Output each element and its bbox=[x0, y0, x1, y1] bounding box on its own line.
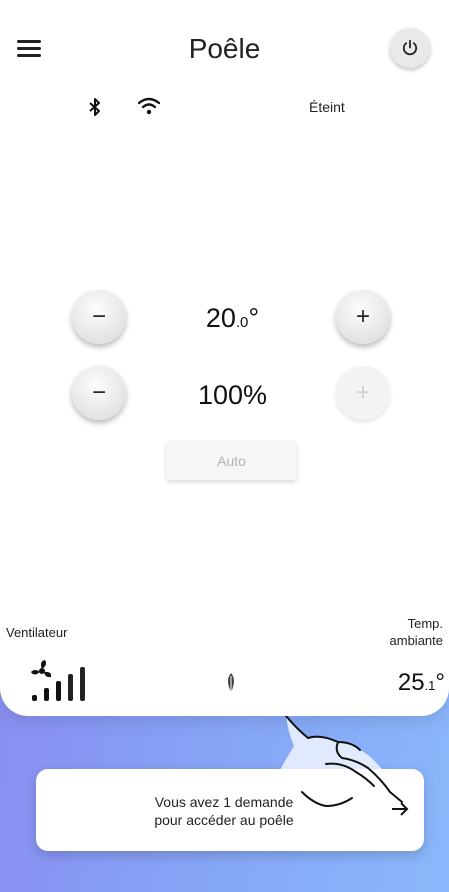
temperature-setpoint: 20.0° bbox=[205, 303, 260, 333]
fan-label: Ventilateur bbox=[6, 625, 68, 640]
power-decrease-button[interactable]: − bbox=[72, 366, 126, 420]
minus-icon: − bbox=[91, 303, 106, 330]
minus-icon: − bbox=[91, 379, 106, 406]
power-increase-button[interactable]: + bbox=[336, 366, 390, 420]
ambient-temp-value: 25.1° bbox=[397, 669, 445, 696]
ambient-temp-label: Temp. ambiante bbox=[389, 616, 443, 648]
temperature-increase-button[interactable]: + bbox=[336, 290, 390, 344]
page-title: Poêle bbox=[188, 33, 261, 64]
fan-speed-icon[interactable] bbox=[30, 659, 90, 703]
pointing-hand-icon bbox=[280, 716, 404, 808]
leaf-icon bbox=[228, 673, 234, 693]
power-button[interactable] bbox=[390, 28, 430, 68]
wifi-icon bbox=[138, 97, 160, 115]
plus-icon: + bbox=[355, 303, 370, 330]
auto-button[interactable]: Auto bbox=[166, 441, 297, 480]
bluetooth-icon bbox=[89, 98, 100, 116]
main-card: Poêle Éteint − 20.0° + − 100% + Auto Ven… bbox=[0, 0, 449, 716]
power-icon bbox=[402, 39, 418, 56]
power-level-value: 100% bbox=[197, 380, 268, 410]
plus-icon: + bbox=[355, 379, 370, 406]
stove-status: Éteint bbox=[309, 99, 345, 115]
temperature-decrease-button[interactable]: − bbox=[72, 290, 126, 344]
